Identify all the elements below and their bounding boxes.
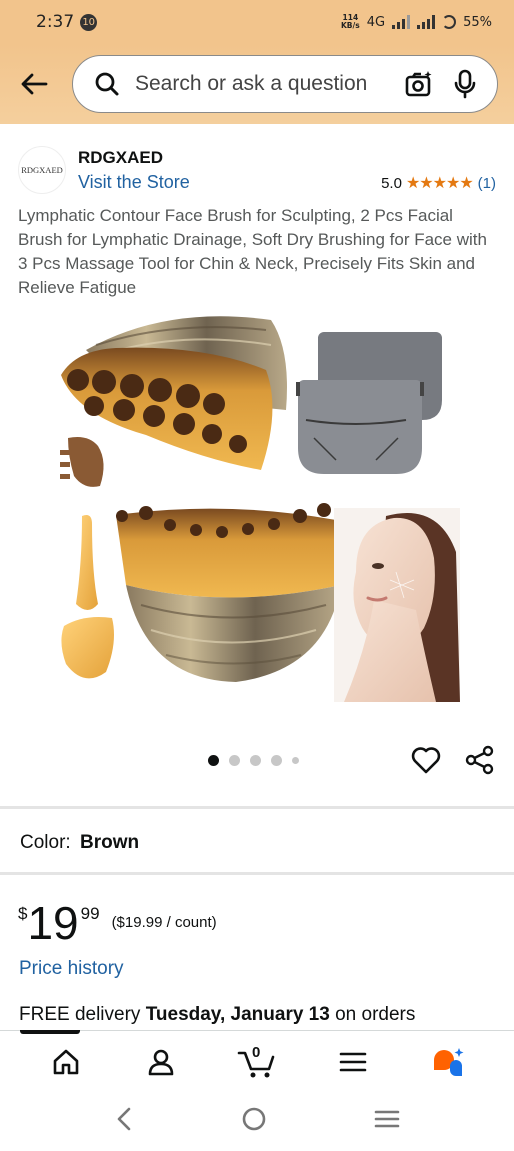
camera-search-icon[interactable] <box>403 68 435 100</box>
account-tab[interactable] <box>137 1038 185 1086</box>
section-divider <box>0 872 514 875</box>
share-icon[interactable] <box>464 744 496 776</box>
status-time: 2:37 <box>36 12 75 32</box>
menu-icon <box>339 1052 366 1071</box>
brand-logo[interactable]: RDGXAED <box>18 146 66 194</box>
product-image[interactable] <box>56 310 460 706</box>
delivery-suffix: on orders <box>335 1004 416 1025</box>
signal-icon <box>392 15 411 29</box>
back-arrow-icon[interactable] <box>16 66 52 102</box>
carousel-dot[interactable] <box>292 757 299 764</box>
delivery-prefix: FREE delivery <box>19 1004 141 1025</box>
carousel-dot-active[interactable] <box>208 755 219 766</box>
rating-value: 5.0 <box>381 174 402 192</box>
brand-name: RDGXAED <box>78 148 164 167</box>
review-count-link[interactable]: (1) <box>478 175 496 192</box>
section-divider <box>0 806 514 809</box>
rating-summary[interactable]: 5.0 ★★★★★ (1) <box>381 173 496 193</box>
microphone-icon[interactable] <box>449 68 481 100</box>
bottom-tab-bar: 0 <box>0 1030 514 1092</box>
price-fraction: 99 <box>80 904 100 923</box>
network-type: 4G <box>366 14 386 30</box>
signal-icon-2 <box>417 15 436 29</box>
image-carousel-dots[interactable] <box>208 755 299 766</box>
notification-count-badge: 10 <box>80 13 98 31</box>
visit-store-link[interactable]: Visit the Store <box>78 172 190 193</box>
system-nav-bar <box>0 1092 514 1151</box>
active-tab-indicator <box>20 1030 80 1034</box>
carousel-dot[interactable] <box>271 755 282 766</box>
cart-count: 0 <box>251 1043 261 1061</box>
nav-recents-icon[interactable] <box>374 1108 400 1135</box>
star-rating-icon: ★★★★★ <box>405 175 474 192</box>
menu-tab[interactable] <box>329 1038 377 1086</box>
search-icon <box>91 68 123 100</box>
product-title: Lymphatic Contour Face Brush for Sculpti… <box>18 206 487 297</box>
carousel-dot[interactable] <box>250 755 261 766</box>
account-icon <box>149 1049 174 1075</box>
search-input[interactable]: Search or ask a question <box>135 72 403 96</box>
nav-back-icon[interactable] <box>114 1106 134 1137</box>
delivery-info: FREE delivery Tuesday, January 13 on ord… <box>19 1004 415 1026</box>
brand-row: RDGXAED RDGXAED Visit the Store 5.0 ★★★★… <box>18 146 498 198</box>
price-block: $ 19 99 ($19.99 / count) <box>18 898 217 948</box>
network-speed-unit: KB/s <box>341 21 360 30</box>
search-header: Search or ask a question <box>0 44 514 124</box>
color-value: Brown <box>79 832 140 853</box>
wishlist-heart-icon[interactable] <box>410 744 442 776</box>
search-bar[interactable]: Search or ask a question <box>72 55 498 113</box>
network-speed: 114 KB/s <box>341 14 360 30</box>
price-whole: 19 <box>27 897 79 949</box>
unit-price: ($19.99 / count) <box>111 914 217 931</box>
status-right: 114 KB/s 4G 55% <box>341 14 492 30</box>
home-tab[interactable] <box>42 1038 90 1086</box>
price-history-link[interactable]: Price history <box>19 958 124 980</box>
color-label: Color: <box>20 832 71 853</box>
cart-tab[interactable]: 0 <box>233 1038 281 1086</box>
price-currency: $ <box>18 904 28 923</box>
home-icon <box>53 1049 79 1074</box>
color-selector[interactable]: Color: Brown <box>20 832 139 854</box>
nav-home-icon[interactable] <box>241 1106 267 1137</box>
delivery-date: Tuesday, January 13 <box>145 1004 330 1025</box>
carousel-dot[interactable] <box>229 755 240 766</box>
rufus-icon <box>434 1047 464 1076</box>
battery-percent: 55% <box>463 14 492 30</box>
status-bar: 2:37 10 114 KB/s 4G 55% <box>0 0 514 44</box>
battery-icon <box>442 15 457 29</box>
rufus-tab[interactable] <box>424 1038 472 1086</box>
